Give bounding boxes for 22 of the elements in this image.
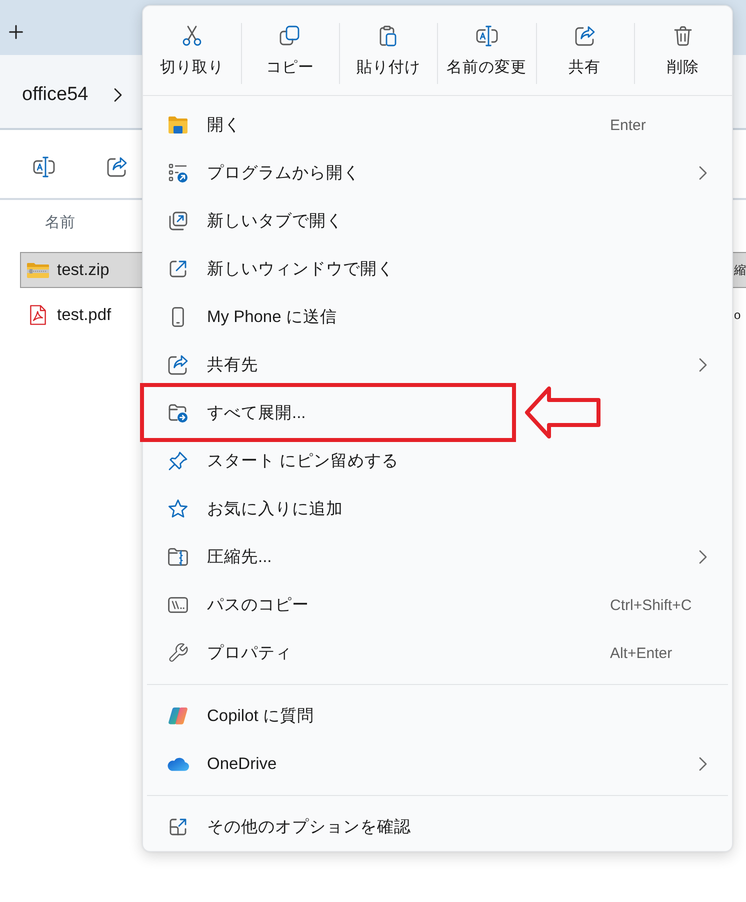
menu-item-label: お気に入りに追加 bbox=[207, 499, 344, 520]
menu-item-label: 新しいタブで開く bbox=[207, 211, 344, 232]
table-cell-text: o bbox=[734, 308, 742, 322]
file-name: test.zip bbox=[57, 260, 110, 280]
menu-item-label: プログラムから開く bbox=[207, 163, 361, 184]
shortcut-text: Ctrl+Shift+C bbox=[610, 596, 692, 614]
menu-item-label: 新しいウィンドウで開く bbox=[207, 259, 395, 280]
table-cell: 縮 bbox=[734, 262, 746, 278]
menu-item-label: My Phone に送信 bbox=[207, 307, 338, 328]
file-name: test.pdf bbox=[57, 306, 112, 324]
menu-item-label: その他のオプションを確認 bbox=[207, 817, 412, 838]
menu-item-label: 共有先 bbox=[207, 355, 259, 376]
menu-item-label: すべて展開... bbox=[207, 403, 307, 424]
menu-item-label: スタート にピン留めする bbox=[207, 451, 400, 472]
menu-item-label: Copilot に質問 bbox=[207, 706, 315, 727]
shortcut-text: Enter bbox=[610, 116, 646, 134]
menu-item-label: 圧縮先... bbox=[207, 547, 273, 568]
menu-item-label: パスのコピー bbox=[207, 595, 310, 616]
menu-item-label: OneDrive bbox=[207, 754, 278, 774]
menu-item-label: 開く bbox=[207, 115, 242, 136]
shortcut-text: Alt+Enter bbox=[610, 644, 672, 662]
menu-item-label: プロパティ bbox=[207, 643, 293, 664]
